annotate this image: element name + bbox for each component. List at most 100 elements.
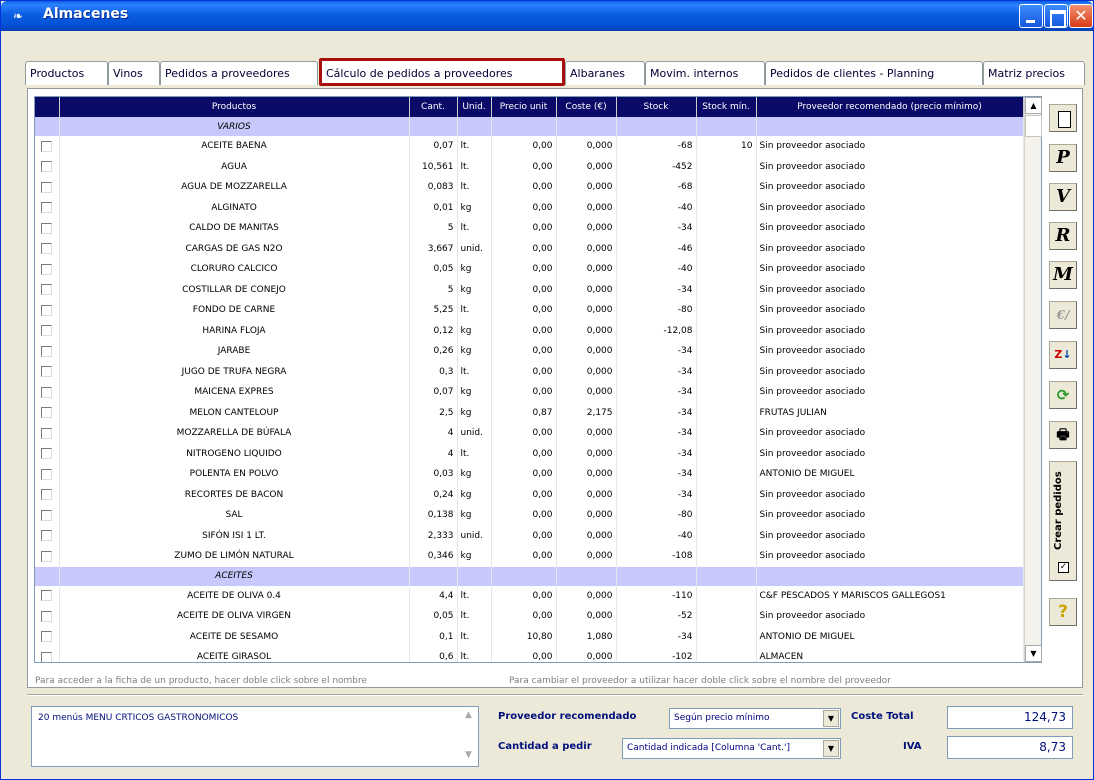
title-bar[interactable]: ❧ Almacenes ✕ — [1, 1, 1093, 31]
row-checkbox[interactable] — [41, 140, 53, 152]
chevron-down-icon[interactable]: ▼ — [823, 710, 839, 727]
product-name[interactable]: FONDO DE CARNE — [59, 300, 410, 321]
tab-movim-internos[interactable]: Movim. internos — [645, 61, 765, 85]
row-checkbox[interactable] — [41, 222, 53, 234]
cell-proveedor[interactable]: Sin proveedor asociado — [756, 156, 1024, 177]
tab-albaranes[interactable]: Albaranes — [565, 61, 645, 85]
cell-proveedor[interactable]: Sin proveedor asociado — [756, 197, 1024, 218]
col-productos-header[interactable]: Productos — [59, 97, 410, 117]
cantidad-select[interactable]: Cantidad indicada [Columna 'Cant.'] ▼ — [622, 738, 841, 759]
product-name[interactable]: HARINA FLOJA — [59, 320, 410, 341]
row-checkbox[interactable] — [41, 651, 53, 662]
cell-proveedor[interactable]: Sin proveedor asociado — [756, 279, 1024, 300]
product-name[interactable]: CLORURO CALCICO — [59, 259, 410, 280]
col-stock-header[interactable]: Stock — [616, 97, 697, 117]
proveedores-p-icon[interactable]: P — [1049, 144, 1077, 172]
row-checkbox[interactable] — [41, 610, 53, 622]
crear-pedidos-button[interactable]: Crear pedidos ✓ — [1049, 461, 1077, 581]
cell-proveedor[interactable]: FRUTAS JULIAN — [756, 402, 1024, 423]
tab-matriz-precios[interactable]: Matriz precios — [983, 61, 1085, 85]
currency-icon[interactable]: €/ — [1049, 301, 1077, 329]
row-checkbox[interactable] — [41, 448, 53, 460]
refresh-icon[interactable]: ⟳ — [1049, 381, 1077, 409]
row-checkbox[interactable] — [41, 509, 53, 521]
scroll-up-icon[interactable]: ▲ — [1025, 97, 1042, 114]
table-row[interactable]: CLORURO CALCICO 0,05 kg 0,00 0,000 -40 Sin pro… — [35, 259, 1024, 280]
table-row[interactable]: NITROGENO LIQUIDO 4 lt. 0,00 0,000 -34 Sin pro… — [35, 443, 1024, 464]
product-name[interactable]: SAL — [59, 505, 410, 526]
product-name[interactable]: JARABE — [59, 341, 410, 362]
row-checkbox[interactable] — [41, 489, 53, 501]
cell-proveedor[interactable]: Sin proveedor asociado — [756, 546, 1024, 567]
row-checkbox[interactable] — [41, 407, 53, 419]
cell-proveedor[interactable]: Sin proveedor asociado — [756, 341, 1024, 362]
printer-icon[interactable]: 🖶 — [1049, 421, 1077, 449]
table-row[interactable]: AGUA 10,561 lt. 0,00 0,000 -452 Sin proveedor … — [35, 156, 1024, 177]
product-name[interactable]: MELON CANTELOUP — [59, 402, 410, 423]
recetas-r-icon[interactable]: R — [1049, 222, 1077, 250]
new-document-icon[interactable] — [1049, 104, 1077, 132]
table-row[interactable]: ACEITE GIRASOL 0,6 lt. 0,00 0,000 -102 ALMACEN — [35, 647, 1024, 662]
table-row[interactable]: ACEITE DE OLIVA VIRGEN 0,05 lt. 0,00 0,000 -5… — [35, 606, 1024, 627]
col-stock-min-header[interactable]: Stock mín. — [696, 97, 757, 117]
cell-proveedor[interactable]: Sin proveedor asociado — [756, 443, 1024, 464]
col-unid-header[interactable]: Unid. — [457, 97, 492, 117]
cell-proveedor[interactable]: Sin proveedor asociado — [756, 320, 1024, 341]
table-row[interactable]: JARABE 0,26 kg 0,00 0,000 -34 Sin proveedor as… — [35, 341, 1024, 362]
table-row[interactable]: MAICENA EXPRES 0,07 kg 0,00 0,000 -34 Sin prov… — [35, 382, 1024, 403]
table-row[interactable]: MELON CANTELOUP 2,5 kg 0,87 2,175 -34 FRUTAS J… — [35, 402, 1024, 423]
row-checkbox[interactable] — [41, 631, 53, 643]
cell-proveedor[interactable]: ALMACEN — [756, 647, 1024, 662]
table-row[interactable]: CALDO DE MANITAS 5 lt. 0,00 0,000 -34 Sin prov… — [35, 218, 1024, 239]
tab-productos[interactable]: Productos — [25, 61, 108, 85]
scroll-down-icon[interactable]: ▼ — [1025, 645, 1042, 662]
cell-proveedor[interactable]: C&F PESCADOS Y MARISCOS GALLEGOS1 — [756, 585, 1024, 606]
cell-proveedor[interactable]: Sin proveedor asociado — [756, 382, 1024, 403]
product-name[interactable]: JUGO DE TRUFA NEGRA — [59, 361, 410, 382]
tab-calculo-de-pedidos[interactable]: Cálculo de pedidos a proveedores — [319, 58, 565, 86]
table-row[interactable]: SAL 0,138 kg 0,00 0,000 -80 Sin proveedor asoc… — [35, 505, 1024, 526]
table-row[interactable]: ZUMO DE LIMÓN NATURAL 0,346 kg 0,00 0,000 -10… — [35, 546, 1024, 567]
product-name[interactable]: COSTILLAR DE CONEJO — [59, 279, 410, 300]
table-row[interactable]: POLENTA EN POLVO 0,03 kg 0,00 0,000 -34 ANTONI… — [35, 464, 1024, 485]
col-precio-header[interactable]: Precio unit — [491, 97, 557, 117]
notes-scroll-up-icon[interactable]: ▲ — [459, 707, 478, 724]
cell-proveedor[interactable]: Sin proveedor asociado — [756, 606, 1024, 627]
cell-proveedor[interactable]: Sin proveedor asociado — [756, 423, 1024, 444]
proveedor-select[interactable]: Según precio mínimo ▼ — [669, 708, 841, 729]
product-name[interactable]: POLENTA EN POLVO — [59, 464, 410, 485]
product-name[interactable]: MAICENA EXPRES — [59, 382, 410, 403]
notes-scrollbar[interactable]: ▲ ▼ — [459, 707, 478, 766]
col-proveedor-header[interactable]: Proveedor recomendado (precio mínimo) — [756, 97, 1024, 117]
product-name[interactable]: AGUA — [59, 156, 410, 177]
product-name[interactable]: ACEITE BAENA — [59, 136, 410, 157]
row-checkbox[interactable] — [41, 386, 53, 398]
cell-proveedor[interactable]: Sin proveedor asociado — [756, 525, 1024, 546]
product-name[interactable]: CALDO DE MANITAS — [59, 218, 410, 239]
cell-proveedor[interactable]: Sin proveedor asociado — [756, 505, 1024, 526]
table-row[interactable]: RECORTES DE BACON 0,24 kg 0,00 0,000 -34 Sin p… — [35, 484, 1024, 505]
table-row[interactable]: FONDO DE CARNE 5,25 lt. 0,00 0,000 -80 Sin pro… — [35, 300, 1024, 321]
product-name[interactable]: ACEITE DE OLIVA 0.4 — [59, 585, 410, 606]
product-name[interactable]: ACEITE GIRASOL — [59, 647, 410, 662]
table-row[interactable]: COSTILLAR DE CONEJO 5 kg 0,00 0,000 -34 Sin pr… — [35, 279, 1024, 300]
menus-m-icon[interactable]: M — [1049, 261, 1077, 289]
chevron-down-icon[interactable]: ▼ — [823, 740, 839, 757]
product-name[interactable]: RECORTES DE BACON — [59, 484, 410, 505]
product-name[interactable]: AGUA DE MOZZARELLA — [59, 177, 410, 198]
table-row[interactable]: MOZZARELLA DE BÚFALA 4 unid. 0,00 0,000 -34 Si… — [35, 423, 1024, 444]
table-row[interactable]: AGUA DE MOZZARELLA 0,083 lt. 0,00 0,000 -68 Si… — [35, 177, 1024, 198]
row-checkbox[interactable] — [41, 181, 53, 193]
table-row[interactable]: CARGAS DE GAS N2O 3,667 unid. 0,00 0,000 -46 S… — [35, 238, 1024, 259]
row-checkbox[interactable] — [41, 161, 53, 173]
row-checkbox[interactable] — [41, 530, 53, 542]
product-name[interactable]: ACEITE DE OLIVA VIRGEN — [59, 606, 410, 627]
product-name[interactable]: ZUMO DE LIMÓN NATURAL — [59, 546, 410, 567]
vinos-v-icon[interactable]: V — [1049, 183, 1077, 211]
cell-proveedor[interactable]: Sin proveedor asociado — [756, 177, 1024, 198]
table-row[interactable]: ALGINATO 0,01 kg 0,00 0,000 -40 Sin proveedor … — [35, 197, 1024, 218]
maximize-button[interactable] — [1044, 4, 1068, 28]
table-row[interactable]: ACEITE BAENA 0,07 lt. 0,00 0,000 -68 10 Sin pro… — [35, 136, 1024, 157]
cell-proveedor[interactable]: Sin proveedor asociado — [756, 218, 1024, 239]
row-checkbox[interactable] — [41, 345, 53, 357]
